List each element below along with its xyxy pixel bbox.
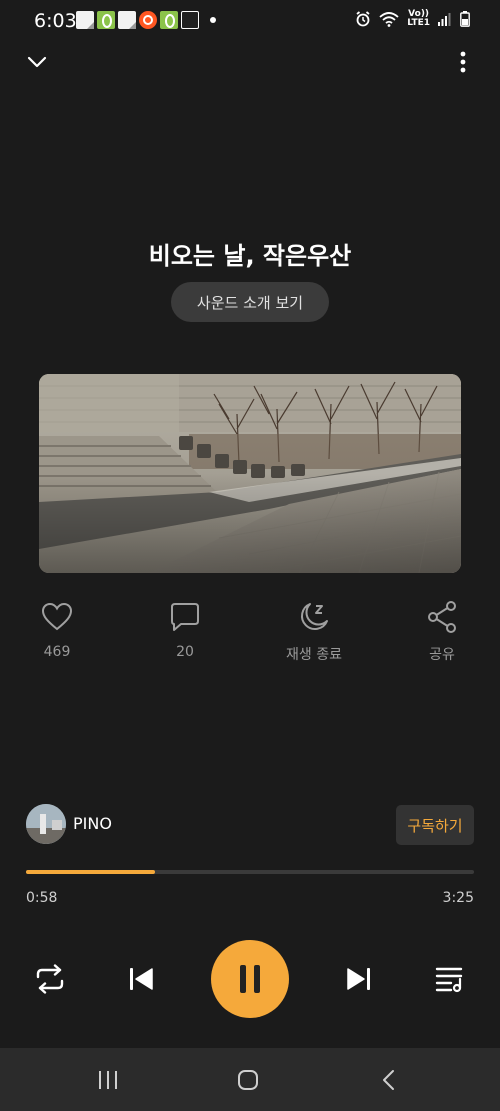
- comment-count: 20: [176, 644, 194, 660]
- next-button[interactable]: [336, 956, 382, 1002]
- lte-label: LTE1: [407, 18, 430, 28]
- share-button[interactable]: 공유: [397, 598, 487, 664]
- notification-app-icon: [160, 11, 178, 29]
- total-time: 3:25: [442, 890, 474, 906]
- music-player-screen: 6:03 Vo)) LTE1 비오는 날, 작은우산 사운드 소개 보기 469…: [0, 0, 500, 1111]
- pause-button[interactable]: [211, 940, 289, 1018]
- notification-doc-icon: [118, 11, 136, 29]
- track-title: 비오는 날, 작은우산: [148, 242, 352, 270]
- more-notifications-dot-icon: [210, 17, 216, 23]
- album-artwork: [39, 374, 461, 573]
- skip-previous-icon: [130, 968, 153, 990]
- comment-icon: [171, 603, 199, 631]
- signal-icon: [438, 13, 451, 26]
- progress-bar[interactable]: [26, 870, 474, 874]
- skip-next-icon: [347, 968, 370, 990]
- notification-record-icon: [139, 11, 157, 29]
- repeat-icon: [36, 964, 64, 994]
- pause-icon: [240, 965, 260, 993]
- comment-button[interactable]: 20: [140, 598, 230, 660]
- sound-intro-button[interactable]: 사운드 소개 보기: [171, 282, 329, 322]
- notification-app-icon: [97, 11, 115, 29]
- like-button[interactable]: 469: [12, 598, 102, 660]
- sleep-timer-label: 재생 종료: [286, 647, 342, 663]
- more-vertical-icon: [460, 51, 466, 73]
- progress-fill: [26, 870, 155, 874]
- repeat-button[interactable]: [27, 956, 73, 1002]
- recent-apps-button[interactable]: [88, 1060, 128, 1100]
- status-system-icons: Vo)) LTE1: [355, 10, 470, 28]
- status-time: 6:03: [34, 10, 77, 32]
- heart-icon: [41, 602, 73, 631]
- artwork-stream-image: [39, 374, 461, 573]
- share-icon: [428, 601, 456, 633]
- collapse-player-button[interactable]: [17, 42, 57, 82]
- chevron-down-icon: [27, 56, 47, 68]
- back-button[interactable]: [368, 1060, 408, 1100]
- home-icon: [238, 1070, 258, 1090]
- home-button[interactable]: [228, 1060, 268, 1100]
- playlist-icon: [435, 967, 463, 993]
- notification-icons: [76, 11, 216, 29]
- more-options-button[interactable]: [443, 42, 483, 82]
- previous-button[interactable]: [118, 956, 164, 1002]
- avatar-image: [26, 804, 66, 844]
- alarm-icon: [356, 11, 370, 27]
- channel-name[interactable]: PINO: [73, 814, 112, 833]
- wifi-icon: [379, 12, 399, 27]
- recents-icon: [99, 1071, 117, 1089]
- subscribe-button[interactable]: 구독하기: [396, 805, 474, 845]
- share-label: 공유: [429, 647, 455, 663]
- sleep-timer-button[interactable]: 재생 종료: [269, 598, 359, 664]
- battery-icon: [460, 11, 470, 27]
- status-bar: 6:03 Vo)) LTE1: [0, 0, 500, 40]
- moon-zz-icon: [301, 603, 328, 630]
- channel-avatar[interactable]: [26, 804, 66, 844]
- back-icon: [383, 1070, 394, 1090]
- playlist-button[interactable]: [427, 956, 473, 1002]
- like-count: 469: [43, 644, 71, 660]
- lte-indicator: Vo)) LTE1: [407, 10, 430, 28]
- system-navigation-bar: [0, 1048, 500, 1111]
- current-time: 0:58: [26, 890, 58, 906]
- notification-app-icon: [181, 11, 199, 29]
- notification-doc-icon: [76, 11, 94, 29]
